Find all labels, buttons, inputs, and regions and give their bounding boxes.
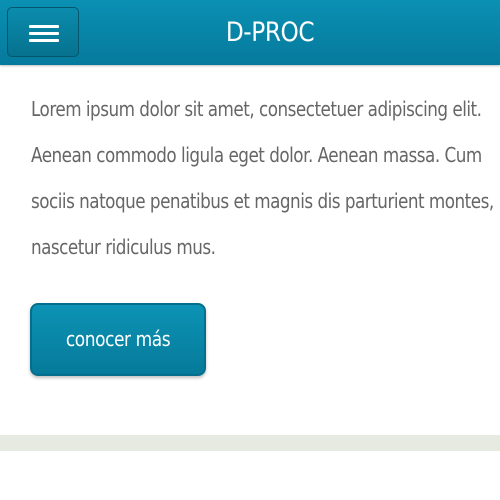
learn-more-button[interactable]: conocer más [30,303,206,376]
header-bar: D-PROC [0,0,500,65]
paragraph-line: sociis natoque penatibus et magnis dis p… [31,189,494,213]
hamburger-menu-icon [29,25,59,28]
paragraph-line: nascetur ridiculus mus. [31,235,216,259]
footer-divider [0,435,500,451]
paragraph-line: Lorem ipsum dolor sit amet, consectetuer… [31,97,482,121]
page: D-PROC Lorem ipsum dolor sit amet, conse… [0,0,500,500]
intro-paragraph: Lorem ipsum dolor sit amet, consectetuer… [31,86,494,270]
page-title: D-PROC [225,17,315,48]
paragraph-line: Aenean commodo ligula eget dolor. Aenean… [31,143,482,167]
hamburger-menu-icon-bar [29,39,59,42]
hamburger-menu-icon-bar [29,32,59,35]
learn-more-button-label: conocer más [65,327,171,351]
menu-button[interactable] [7,7,79,57]
